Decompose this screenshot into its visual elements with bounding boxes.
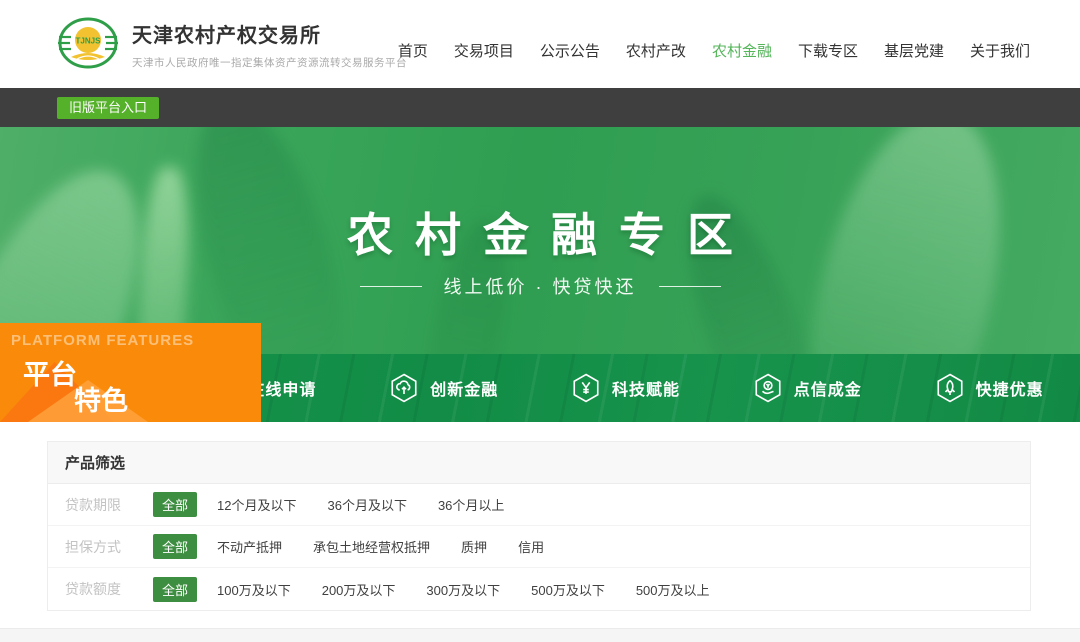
- sub-header-bar: 旧版平台入口: [0, 88, 1080, 127]
- brand[interactable]: TJNJS 天津农村产权交易所 天津市人民政府唯一指定集体资产资源流转交易服务平…: [57, 17, 407, 71]
- feature-bar: 在线申请 创新金融 科技赋能: [171, 354, 1080, 422]
- filter-option[interactable]: 200万及以下: [322, 580, 396, 599]
- filter-option[interactable]: 300万及以下: [426, 580, 500, 599]
- hero-subtitle: 线上低价 · 快贷快还: [0, 273, 1080, 299]
- product-filter-panel: 产品筛选 贷款期限 全部 12个月及以下 36个月及以下 36个月以上 担保方式…: [47, 441, 1031, 611]
- feature-label: 快捷优惠: [976, 376, 1044, 400]
- filter-row-label: 担保方式: [65, 537, 137, 557]
- subtitle-dash-right: [659, 286, 721, 287]
- filter-option[interactable]: 承包土地经营权抵押: [313, 537, 430, 556]
- platform-features-cn-line2: 特色: [74, 379, 128, 418]
- platform-features-en-label: PLATFORM FEATURES: [11, 332, 194, 349]
- feature-item-quick-discount[interactable]: 快捷优惠: [898, 354, 1080, 422]
- filter-row-loan-term: 贷款期限 全部 12个月及以下 36个月及以下 36个月以上: [48, 484, 1030, 526]
- feature-label: 科技赋能: [612, 376, 680, 400]
- hero-title: 农村金融专区: [0, 199, 1080, 265]
- feature-item-innovative-finance[interactable]: 创新金融: [353, 354, 535, 422]
- feature-label: 点信成金: [794, 376, 862, 400]
- old-platform-entry-button[interactable]: 旧版平台入口: [57, 97, 159, 119]
- rocket-icon: [935, 373, 965, 403]
- site-header: TJNJS 天津农村产权交易所 天津市人民政府唯一指定集体资产资源流转交易服务平…: [0, 0, 1080, 88]
- filter-option-all-selected[interactable]: 全部: [153, 577, 197, 602]
- filter-option[interactable]: 36个月及以下: [327, 495, 406, 514]
- brand-subtitle: 天津市人民政府唯一指定集体资产资源流转交易服务平台: [132, 55, 407, 70]
- site-logo-icon: TJNJS: [57, 17, 119, 71]
- platform-features-cn-line1: 平台: [23, 353, 77, 392]
- nav-item-party-building[interactable]: 基层党建: [884, 40, 944, 61]
- brand-title: 天津农村产权交易所: [132, 19, 407, 48]
- page: TJNJS 天津农村产权交易所 天津市人民政府唯一指定集体资产资源流转交易服务平…: [0, 0, 1080, 642]
- nav-item-rural-finance[interactable]: 农村金融: [712, 40, 772, 61]
- footer-strip: [0, 628, 1080, 642]
- filter-row-label: 贷款额度: [65, 579, 137, 599]
- filter-option[interactable]: 质押: [461, 537, 487, 556]
- hero-banner: 农村金融专区 线上低价 · 快贷快还: [0, 127, 1080, 354]
- platform-features-block: PLATFORM FEATURES 平台 特色: [0, 323, 261, 422]
- nav-item-announcements[interactable]: 公示公告: [540, 40, 600, 61]
- filter-option[interactable]: 不动产抵押: [217, 537, 282, 556]
- filter-option[interactable]: 500万及以下: [531, 580, 605, 599]
- filter-option[interactable]: 12个月及以下: [217, 495, 296, 514]
- yen-icon: [571, 373, 601, 403]
- svg-text:TJNJS: TJNJS: [76, 37, 102, 46]
- filter-panel-title: 产品筛选: [48, 442, 1030, 484]
- nav-item-projects[interactable]: 交易项目: [454, 40, 514, 61]
- nav-item-home[interactable]: 首页: [398, 40, 428, 61]
- subtitle-dash-left: [360, 286, 422, 287]
- nav-item-rural-reform[interactable]: 农村产改: [626, 40, 686, 61]
- filter-row-loan-amount: 贷款额度 全部 100万及以下 200万及以下 300万及以下 500万及以下 …: [48, 568, 1030, 610]
- filter-row-guarantee-method: 担保方式 全部 不动产抵押 承包土地经营权抵押 质押 信用: [48, 526, 1030, 568]
- hero-subtitle-text: 线上低价 · 快贷快还: [444, 273, 637, 299]
- filter-option[interactable]: 500万及以上: [636, 580, 710, 599]
- filter-option-all-selected[interactable]: 全部: [153, 492, 197, 517]
- cloud-upload-icon: [389, 373, 419, 403]
- filter-option-all-selected[interactable]: 全部: [153, 534, 197, 559]
- filter-option[interactable]: 36个月以上: [438, 495, 504, 514]
- nav-item-about[interactable]: 关于我们: [970, 40, 1030, 61]
- feature-label: 创新金融: [430, 376, 498, 400]
- feature-item-credit-to-gold[interactable]: 点信成金: [716, 354, 898, 422]
- filter-option[interactable]: 信用: [518, 537, 544, 556]
- main-nav: 首页 交易项目 公示公告 农村产改 农村金融 下载专区 基层党建 关于我们: [398, 40, 1030, 61]
- feature-item-tech-empowerment[interactable]: 科技赋能: [535, 354, 717, 422]
- filter-row-label: 贷款期限: [65, 495, 137, 515]
- nav-item-downloads[interactable]: 下载专区: [798, 40, 858, 61]
- filter-option[interactable]: 100万及以下: [217, 580, 291, 599]
- coin-hand-icon: [753, 373, 783, 403]
